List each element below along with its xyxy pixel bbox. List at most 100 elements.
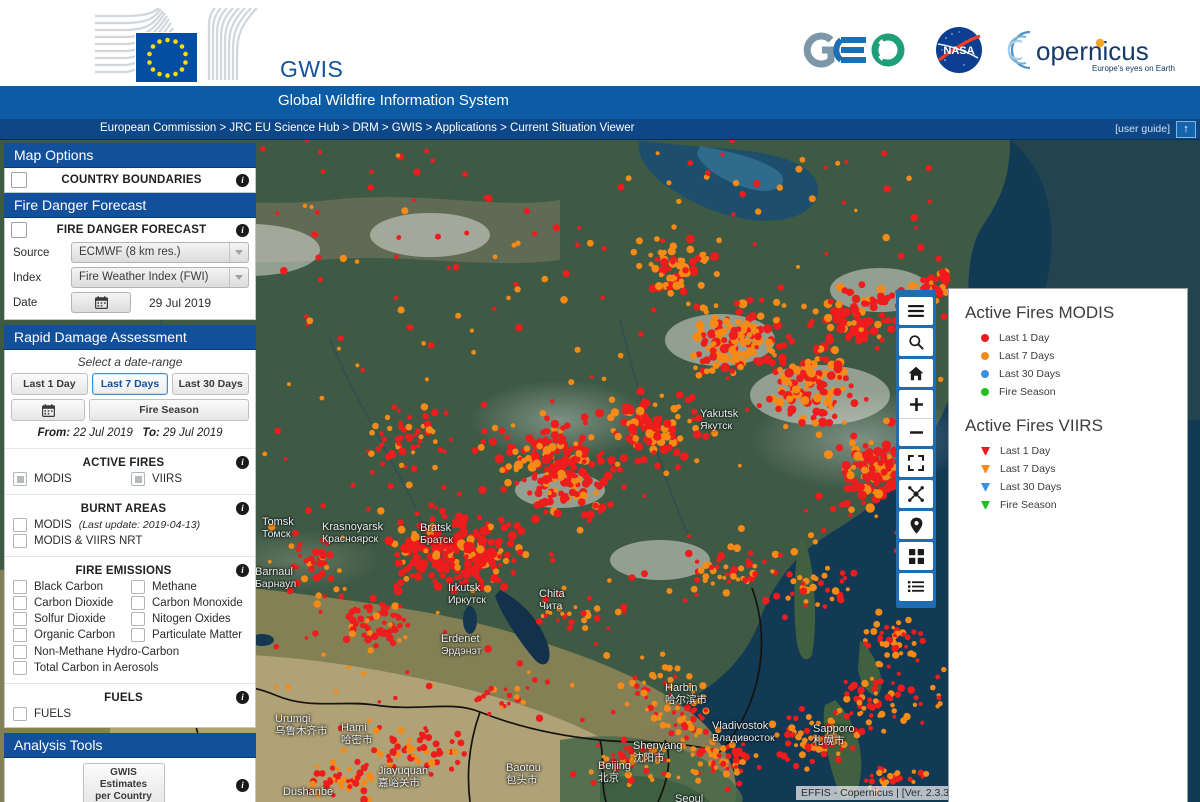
btn-fire-season[interactable]: Fire Season — [89, 399, 249, 421]
fullscreen-icon[interactable] — [899, 449, 933, 477]
emission-checkbox[interactable] — [131, 612, 145, 626]
fire-point — [651, 674, 657, 680]
emission-checkbox[interactable] — [131, 596, 145, 610]
fire-point — [829, 596, 835, 602]
zoom-in-icon[interactable] — [899, 390, 933, 418]
info-icon[interactable]: i — [236, 173, 249, 187]
btn-custom-date[interactable] — [11, 399, 85, 421]
marker-icon[interactable] — [899, 511, 933, 539]
fire-point — [641, 570, 648, 578]
fire-point — [825, 737, 831, 743]
fire-point — [891, 681, 895, 685]
fire-point — [541, 475, 551, 485]
fire-point — [694, 576, 701, 583]
fire-point — [421, 527, 427, 533]
fire-point — [531, 449, 538, 456]
fire-point — [862, 641, 867, 645]
fire-point — [654, 758, 661, 765]
fire-point — [733, 300, 740, 307]
emission-checkbox[interactable] — [13, 580, 27, 594]
info-icon[interactable]: i — [236, 456, 249, 469]
fire-point — [624, 771, 632, 779]
fire-point — [340, 747, 347, 754]
info-icon[interactable]: i — [236, 564, 249, 577]
info-icon[interactable]: i — [236, 691, 249, 704]
info-icon[interactable]: i — [236, 223, 249, 237]
fire-point — [940, 313, 948, 320]
zoom-out-icon[interactable] — [899, 418, 933, 446]
fire-point — [290, 563, 297, 570]
emission-checkbox[interactable] — [131, 628, 145, 642]
fire-point — [831, 737, 839, 745]
emission-checkbox[interactable] — [131, 580, 145, 594]
btn-last-7-days[interactable]: Last 7 Days — [91, 373, 169, 395]
layer-list-icon[interactable] — [899, 573, 933, 601]
btn-last-1-day[interactable]: Last 1 Day — [11, 373, 88, 395]
fire-point — [798, 705, 805, 712]
fire-point — [458, 581, 464, 586]
btn-last-30-days[interactable]: Last 30 Days — [172, 373, 250, 395]
fire-point — [642, 418, 649, 425]
active-fires-viirs-checkbox[interactable] — [131, 472, 145, 486]
fire-point — [388, 622, 393, 628]
fire-point — [328, 575, 335, 582]
fire-point — [462, 579, 470, 586]
fire-point — [418, 559, 424, 565]
fire-point — [338, 593, 345, 600]
map-toolbar — [896, 290, 936, 608]
burnt-areas-modis-checkbox[interactable] — [13, 518, 27, 532]
fire-point — [840, 385, 846, 392]
gwis-estimates-per-country-button[interactable]: GWIS Estimates per Country — [82, 763, 165, 802]
fire-point — [843, 695, 851, 703]
basemap-grid-icon[interactable] — [899, 542, 933, 570]
info-icon[interactable]: i — [236, 778, 249, 792]
fire-point — [711, 760, 716, 765]
fire-point — [516, 660, 524, 667]
date-picker-button[interactable] — [71, 292, 131, 313]
fire-point — [366, 507, 371, 512]
fire-point — [786, 571, 793, 578]
emission-checkbox[interactable] — [13, 661, 27, 675]
fire-point — [859, 710, 864, 716]
index-select[interactable]: Fire Weather Index (FWI) — [71, 267, 249, 288]
fire-point — [813, 393, 823, 403]
fire-point — [541, 438, 549, 446]
panel-header-map-options[interactable]: Map Options — [4, 143, 256, 168]
burnt-areas-modis-viirs-nrt-checkbox[interactable] — [13, 534, 27, 548]
fire-point — [640, 425, 648, 432]
fire-point — [666, 588, 673, 594]
source-select[interactable]: ECMWF (8 km res.) — [71, 242, 249, 263]
active-fires-modis-checkbox[interactable] — [13, 472, 27, 486]
fire-point — [556, 605, 563, 612]
emission-checkbox[interactable] — [13, 645, 27, 659]
search-icon[interactable] — [899, 328, 933, 356]
info-icon[interactable]: i — [236, 502, 249, 515]
fire-point — [735, 326, 742, 333]
fire-point — [668, 730, 675, 737]
fire-point — [880, 318, 886, 324]
home-icon[interactable] — [899, 359, 933, 387]
panel-header-analysis-tools[interactable]: Analysis Tools — [4, 733, 256, 758]
fire-point — [884, 317, 892, 324]
fire-point — [735, 747, 743, 755]
fire-point — [347, 784, 353, 790]
fire-point — [428, 771, 434, 777]
fire-point — [826, 323, 835, 332]
breadcrumb[interactable]: European Commission > JRC EU Science Hub… — [100, 122, 634, 134]
fuels-checkbox[interactable] — [13, 707, 27, 721]
emission-checkbox[interactable] — [13, 612, 27, 626]
panel-header-fire-danger-forecast[interactable]: Fire Danger Forecast — [4, 193, 256, 218]
fire-point — [667, 683, 674, 690]
user-guide-link[interactable]: [user guide] — [1115, 123, 1170, 135]
fire-point — [675, 729, 682, 736]
country-boundaries-checkbox[interactable] — [11, 172, 27, 188]
fire-point — [478, 578, 485, 585]
emission-checkbox[interactable] — [13, 628, 27, 642]
fire-danger-forecast-checkbox[interactable] — [11, 222, 27, 238]
measure-icon[interactable] — [899, 480, 933, 508]
arrow-up-icon[interactable]: ↑ — [1176, 121, 1196, 138]
fire-point — [907, 776, 913, 782]
panel-header-rapid-damage-assessment[interactable]: Rapid Damage Assessment — [4, 325, 256, 350]
menu-icon[interactable] — [899, 297, 933, 325]
emission-checkbox[interactable] — [13, 596, 27, 610]
